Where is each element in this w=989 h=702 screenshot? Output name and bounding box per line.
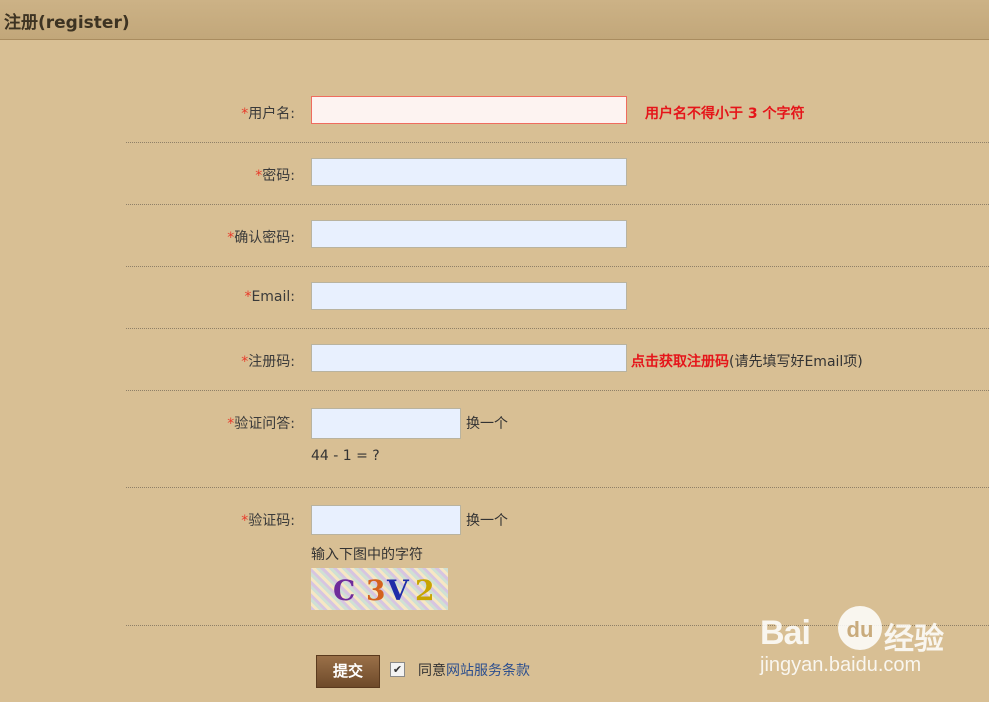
captcha-image: C 3 V 2: [311, 568, 448, 610]
submit-button[interactable]: 提交: [316, 655, 380, 688]
paw-icon: du: [838, 606, 882, 650]
terms-link[interactable]: 网站服务条款: [446, 663, 530, 679]
qa-label: *验证问答:: [227, 413, 295, 433]
username-label: *用户名:: [241, 103, 295, 123]
divider: [126, 487, 989, 488]
divider: [126, 142, 989, 143]
captcha-label: *验证码:: [241, 510, 295, 530]
qa-label-text: 验证问答:: [234, 416, 295, 432]
divider: [126, 328, 989, 329]
confirm-password-label: *确认密码:: [227, 227, 295, 247]
divider: [126, 390, 989, 391]
watermark-bai: Bai: [760, 614, 811, 652]
username-error: 用户名不得小于 3 个字符: [645, 106, 805, 122]
header-bar: 注册(register): [0, 0, 989, 40]
captcha-char: C: [333, 574, 356, 607]
captcha-char: 2: [415, 574, 435, 607]
email-label: *Email:: [244, 289, 295, 305]
reg-code-label-text: 注册码:: [248, 354, 295, 370]
email-label-text: Email:: [251, 289, 295, 305]
agree-checkbox[interactable]: ✔: [390, 662, 405, 677]
captcha-input[interactable]: [311, 505, 461, 535]
agree-prefix: 同意: [418, 663, 446, 679]
divider: [126, 266, 989, 267]
confirm-password-input[interactable]: [311, 220, 627, 248]
captcha-hint: 输入下图中的字符: [311, 547, 423, 563]
captcha-label-text: 验证码:: [248, 513, 295, 529]
qa-question: 44 - 1 = ?: [311, 448, 380, 464]
divider: [126, 204, 989, 205]
email-input[interactable]: [311, 282, 627, 310]
qa-change-link[interactable]: 换一个: [466, 413, 508, 433]
agree-text: 同意网站服务条款: [418, 660, 530, 680]
captcha-char: 3: [366, 574, 386, 607]
get-reg-code-link[interactable]: 点击获取注册码: [631, 354, 729, 370]
baidu-jingyan-watermark: Bai du 经验 jingyan.baidu.com: [760, 598, 985, 684]
reg-code-note: (请先填写好Email项): [729, 354, 863, 370]
password-label-text: 密码:: [262, 168, 295, 184]
password-label: *密码:: [255, 165, 295, 185]
captcha-change-link[interactable]: 换一个: [466, 510, 508, 530]
page-title: 注册(register): [4, 13, 130, 33]
qa-input[interactable]: [311, 408, 461, 439]
watermark-jingyan: 经验: [884, 622, 944, 657]
confirm-password-label-text: 确认密码:: [234, 230, 295, 246]
watermark-url: jingyan.baidu.com: [760, 654, 922, 676]
reg-code-input[interactable]: [311, 344, 627, 372]
reg-code-label: *注册码:: [241, 351, 295, 371]
captcha-char: V: [387, 574, 409, 607]
username-label-text: 用户名:: [248, 106, 295, 122]
reg-code-help: 点击获取注册码(请先填写好Email项): [631, 351, 863, 371]
password-input[interactable]: [311, 158, 627, 186]
username-input[interactable]: [311, 96, 627, 124]
